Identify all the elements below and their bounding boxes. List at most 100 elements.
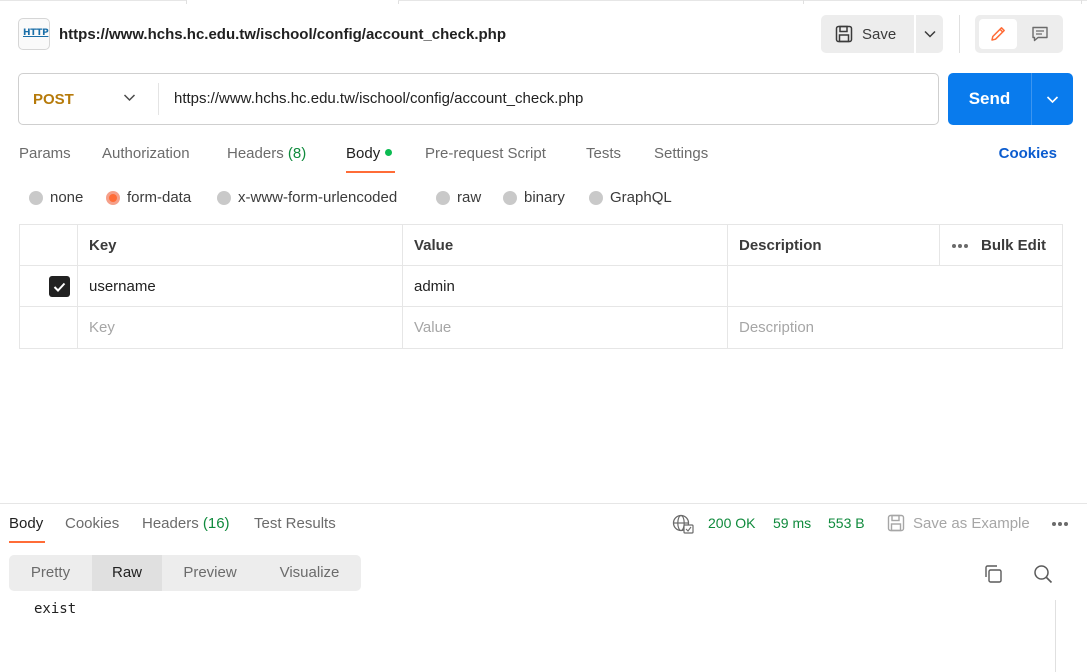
view-visualize[interactable]: Visualize (258, 555, 361, 591)
chevron-down-icon (1046, 95, 1059, 103)
chevron-down-icon (123, 94, 136, 102)
copy-icon[interactable] (983, 564, 1003, 584)
send-options-button[interactable] (1032, 73, 1073, 125)
tab-strip-right (398, 0, 1087, 4)
headers-count: (8) (287, 145, 307, 162)
tab-headers-label: Headers (227, 145, 284, 162)
body-type-label: GraphQL (610, 189, 672, 206)
response-tabs: Body Cookies Headers (16) Test Results 2… (9, 514, 1087, 544)
tab-authorization[interactable]: Authorization (102, 145, 190, 162)
key-field[interactable]: username (77, 266, 402, 307)
key-placeholder-field[interactable]: Key (77, 307, 402, 348)
description-placeholder-field[interactable]: Description (727, 307, 1062, 348)
table-header-row: Key Value Description Bulk Edit (20, 225, 1062, 266)
body-type-raw[interactable]: raw (436, 189, 481, 206)
network-globe-icon[interactable] (672, 514, 694, 534)
tab-body-label: Body (346, 145, 381, 162)
body-type-binary[interactable]: binary (503, 189, 565, 206)
body-type-urlencoded[interactable]: x-www-form-urlencoded (217, 189, 397, 206)
radio-button (436, 190, 450, 205)
bulk-edit-link[interactable]: Bulk Edit (981, 225, 1046, 266)
response-tab-body[interactable]: Body (9, 515, 43, 532)
edit-mode-button[interactable] (979, 19, 1017, 49)
pencil-icon (991, 27, 1005, 41)
body-type-graphql[interactable]: GraphQL (589, 189, 672, 206)
send-button-group: Send (948, 73, 1073, 125)
description-field[interactable] (727, 266, 1062, 307)
response-size[interactable]: 553 B (828, 515, 865, 531)
more-options-icon[interactable] (952, 244, 968, 248)
column-header-value: Value (402, 225, 727, 266)
checkmark-icon (53, 282, 66, 292)
response-tab-cookies[interactable]: Cookies (65, 515, 119, 532)
comments-button[interactable] (1021, 19, 1059, 49)
radio-button (29, 190, 43, 205)
tab-body[interactable]: Body (346, 145, 393, 162)
header-divider (959, 15, 960, 53)
response-time[interactable]: 59 ms (773, 515, 811, 531)
response-view-selector: Pretty Raw Preview Visualize (9, 555, 361, 591)
chevron-down-icon (923, 30, 936, 38)
response-status[interactable]: 200 OK (708, 515, 755, 531)
response-divider[interactable] (0, 503, 1087, 504)
value-field[interactable]: admin (402, 266, 727, 307)
response-tab-test-results[interactable]: Test Results (254, 515, 336, 532)
radio-button (217, 190, 231, 205)
response-tab-headers-label: Headers (142, 515, 199, 532)
method-select[interactable]: POST (19, 74, 158, 124)
url-input[interactable]: https://www.hchs.hc.edu.tw/ischool/confi… (174, 74, 583, 124)
view-mode-toggle (975, 15, 1063, 53)
body-indicator-dot (385, 149, 393, 156)
body-type-label: binary (524, 189, 565, 206)
body-type-label: form-data (127, 189, 192, 206)
radio-button-selected (106, 190, 120, 205)
tab-prerequest-script[interactable]: Pre-request Script (425, 145, 546, 162)
http-request-icon: HTTP (18, 18, 50, 50)
tab-params[interactable]: Params (19, 145, 71, 162)
response-scrollbar[interactable] (1055, 600, 1056, 672)
save-label: Save (862, 25, 897, 43)
tab-settings[interactable]: Settings (654, 145, 708, 162)
tab-tests[interactable]: Tests (586, 145, 621, 162)
active-tab-underline (9, 541, 45, 543)
tab-headers[interactable]: Headers (8) (227, 145, 306, 162)
view-pretty[interactable]: Pretty (9, 555, 92, 591)
url-bar: POST https://www.hchs.hc.edu.tw/ischool/… (18, 73, 939, 125)
column-header-key: Key (77, 225, 402, 266)
request-header: HTTP https://www.hchs.hc.edu.tw/ischool/… (18, 15, 1087, 55)
column-header-description: Description (727, 225, 939, 266)
comment-icon (1032, 26, 1048, 42)
more-options-icon[interactable] (1052, 522, 1068, 526)
active-tab-underline (346, 171, 395, 173)
request-title[interactable]: https://www.hchs.hc.edu.tw/ischool/confi… (59, 26, 506, 43)
save-options-button[interactable] (916, 15, 943, 53)
row-enabled-checkbox[interactable] (49, 276, 70, 297)
cookies-link[interactable]: Cookies (999, 145, 1057, 162)
table-row-empty: Key Value Description (20, 307, 1062, 348)
body-type-label: raw (457, 189, 482, 206)
response-headers-count: (16) (202, 515, 230, 532)
body-type-none[interactable]: none (29, 189, 83, 206)
request-tabs: Params Authorization Headers (8) Body Pr… (19, 140, 1069, 174)
response-tab-headers[interactable]: Headers (16) (142, 515, 230, 532)
save-button-group: Save (821, 15, 943, 53)
save-icon (887, 514, 905, 532)
value-placeholder-field[interactable]: Value (402, 307, 727, 348)
tab-strip-edge (0, 0, 1087, 4)
method-divider (158, 83, 159, 115)
save-button[interactable]: Save (821, 15, 913, 53)
view-preview[interactable]: Preview (162, 555, 258, 591)
send-button[interactable]: Send (948, 73, 1031, 125)
tab-divider (803, 0, 804, 4)
body-type-form-data[interactable]: form-data (106, 189, 191, 206)
form-data-table: Key Value Description Bulk Edit username… (19, 224, 1063, 349)
tab-divider (186, 0, 187, 4)
body-type-label: x-www-form-urlencoded (238, 189, 398, 206)
view-raw[interactable]: Raw (92, 555, 162, 591)
radio-button (589, 190, 603, 205)
tab-divider (1081, 0, 1082, 4)
response-body-text: exist (34, 601, 77, 617)
save-as-example-button[interactable]: Save as Example (887, 514, 1030, 532)
search-icon[interactable] (1033, 564, 1053, 584)
save-icon (835, 25, 853, 43)
